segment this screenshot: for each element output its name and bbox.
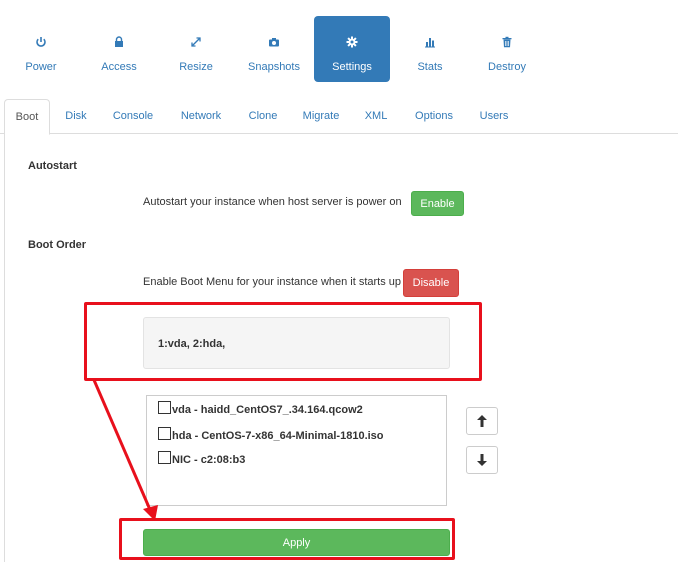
boot-menu-disable-button[interactable]: Disable bbox=[403, 269, 459, 297]
arrow-up-icon bbox=[477, 415, 487, 427]
move-down-button[interactable] bbox=[466, 446, 498, 474]
autostart-description: Autostart your instance when host server… bbox=[143, 196, 402, 208]
bar-chart-icon bbox=[392, 36, 468, 50]
tab-xml[interactable]: XML bbox=[356, 99, 396, 134]
tab-network[interactable]: Network bbox=[170, 99, 232, 134]
autostart-enable-button[interactable]: Enable bbox=[411, 191, 464, 216]
power-label: Power bbox=[25, 61, 57, 73]
snapshots-button[interactable]: Snapshots bbox=[236, 16, 312, 82]
settings-label: Settings bbox=[332, 61, 372, 73]
tab-options[interactable]: Options bbox=[406, 99, 462, 134]
gear-icon bbox=[314, 36, 390, 50]
stats-label: Stats bbox=[417, 61, 443, 73]
snapshots-label: Snapshots bbox=[248, 61, 300, 73]
boot-menu-description: Enable Boot Menu for your instance when … bbox=[143, 276, 402, 288]
move-up-button[interactable] bbox=[466, 407, 498, 435]
destroy-label: Destroy bbox=[488, 61, 526, 73]
instance-action-nav: Power Access Resize Snapshots Settings S… bbox=[0, 16, 678, 82]
resize-button[interactable]: Resize bbox=[158, 16, 234, 82]
access-label: Access bbox=[101, 61, 137, 73]
tab-boot[interactable]: Boot bbox=[4, 99, 50, 135]
destroy-button[interactable]: Destroy bbox=[469, 16, 545, 82]
device-checkbox[interactable] bbox=[158, 451, 171, 464]
camera-icon bbox=[236, 36, 312, 50]
boot-device-list[interactable]: vda - haidd_CentOS7_.34.164.qcow2 hda - … bbox=[146, 395, 447, 506]
device-label: vda - haidd_CentOS7_.34.164.qcow2 bbox=[172, 404, 363, 416]
device-label: NIC - c2:08:b3 bbox=[172, 454, 246, 466]
boot-device-item[interactable]: vda - haidd_CentOS7_.34.164.qcow2 bbox=[158, 401, 363, 416]
stats-button[interactable]: Stats bbox=[392, 16, 468, 82]
settings-tabs: Boot Disk Console Network Clone Migrate … bbox=[0, 99, 678, 135]
device-checkbox[interactable] bbox=[158, 401, 171, 414]
apply-button-highlight bbox=[119, 518, 455, 560]
boot-device-item[interactable]: NIC - c2:08:b3 bbox=[158, 451, 245, 466]
tab-console[interactable]: Console bbox=[104, 99, 162, 134]
device-label: hda - CentOS-7-x86_64-Minimal-1810.iso bbox=[172, 430, 384, 442]
arrow-down-icon bbox=[477, 454, 487, 466]
order-display-highlight bbox=[84, 302, 482, 381]
resize-icon bbox=[158, 36, 234, 50]
tab-clone[interactable]: Clone bbox=[240, 99, 286, 134]
boot-order-heading: Boot Order bbox=[28, 239, 87, 251]
tab-migrate[interactable]: Migrate bbox=[294, 99, 348, 134]
boot-device-item[interactable]: hda - CentOS-7-x86_64-Minimal-1810.iso bbox=[158, 427, 384, 442]
power-button[interactable]: Power bbox=[3, 16, 79, 82]
trash-icon bbox=[469, 36, 545, 50]
device-checkbox[interactable] bbox=[158, 427, 171, 440]
tab-disk[interactable]: Disk bbox=[56, 99, 96, 134]
autostart-heading: Autostart bbox=[28, 160, 77, 172]
access-button[interactable]: Access bbox=[81, 16, 157, 82]
settings-button[interactable]: Settings bbox=[314, 16, 390, 82]
tab-users[interactable]: Users bbox=[470, 99, 518, 134]
lock-icon bbox=[81, 36, 157, 50]
resize-label: Resize bbox=[179, 61, 213, 73]
power-icon bbox=[3, 36, 79, 50]
